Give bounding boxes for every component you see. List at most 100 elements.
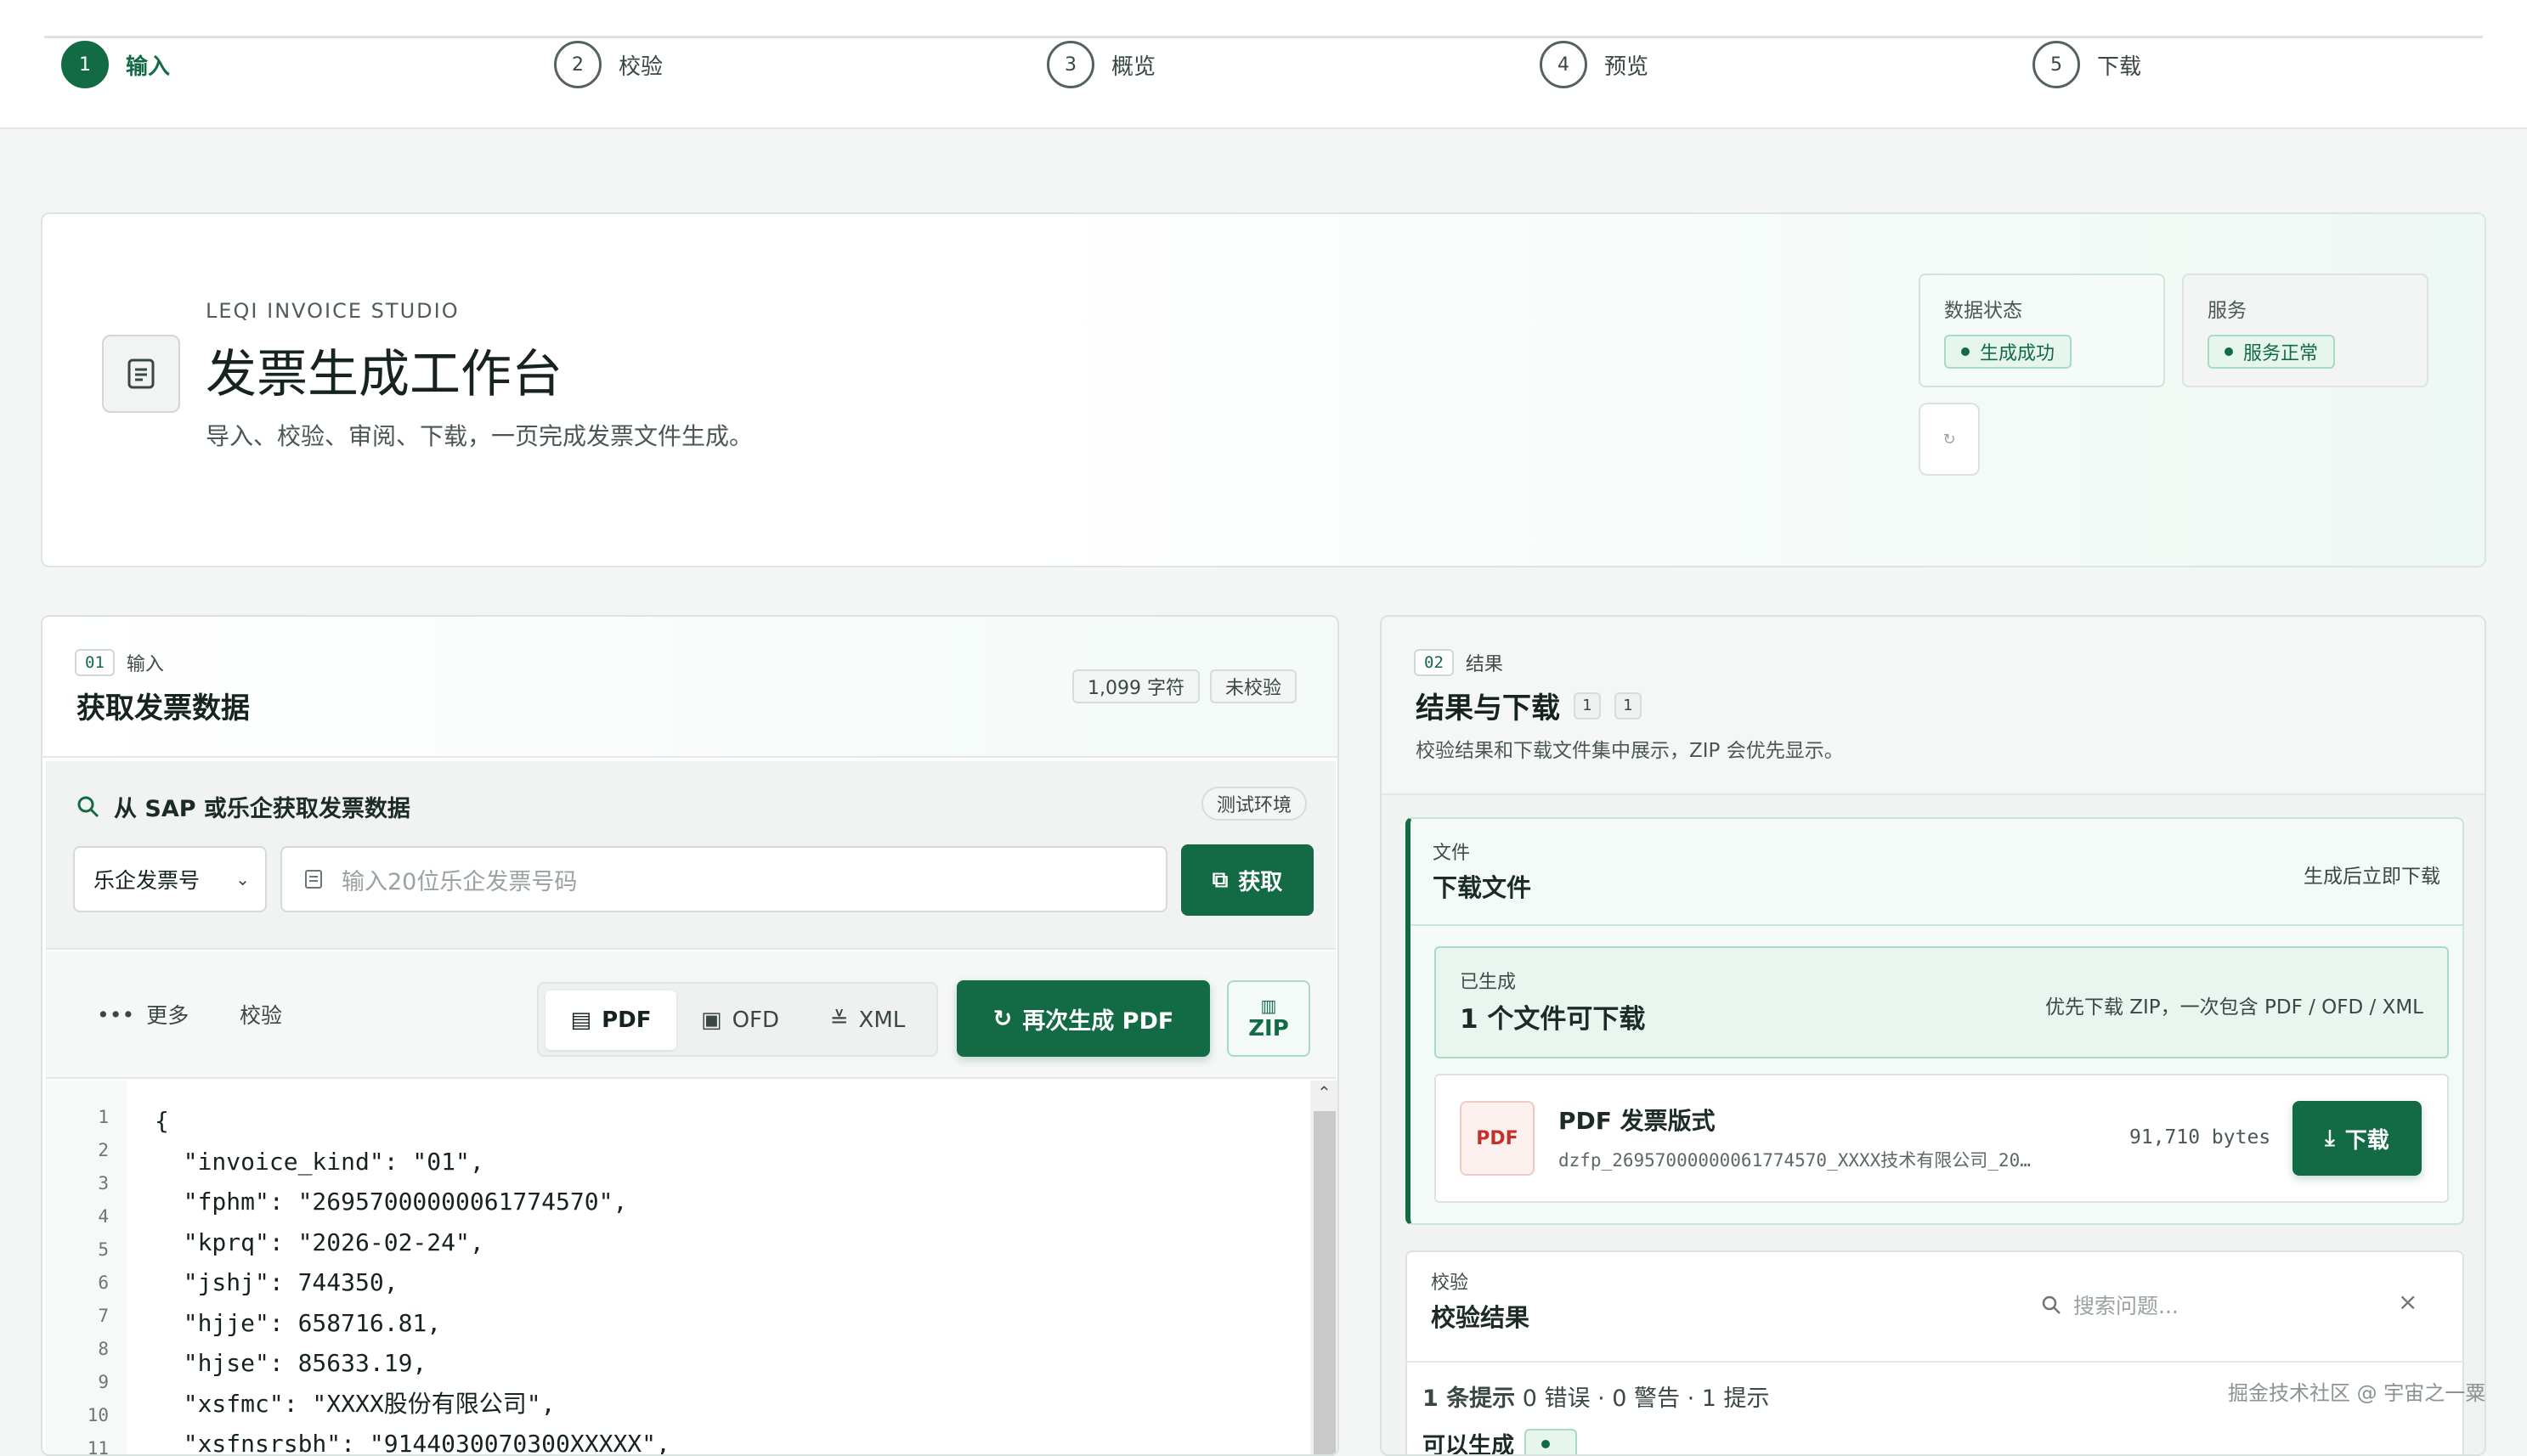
file-name: PDF 发票版式 <box>1558 1103 1716 1137</box>
result-panel-title: 结果与下载 <box>1416 685 1560 726</box>
stepper-line <box>44 36 2483 38</box>
download-button[interactable]: ⤓ 下载 <box>2292 1101 2422 1176</box>
line-number-gutter: 1234567891011 <box>46 1081 127 1456</box>
step-label: 下载 <box>2097 49 2141 81</box>
more-icon: ••• <box>97 1002 134 1027</box>
validation-title: 校验结果 <box>1431 1298 1529 1334</box>
validation-summary: 1 条提示 0 错误 · 0 警告 · 1 提示 <box>1422 1380 1770 1413</box>
more-label: 更多 <box>146 999 189 1030</box>
hero-card: LEQI INVOICE STUDIO 发票生成工作台 导入、校验、审阅、下载，… <box>41 212 2486 567</box>
select-value: 乐企发票号 <box>93 864 200 894</box>
more-button[interactable]: ••• 更多 <box>97 999 189 1030</box>
page-subtitle: 导入、校验、审阅、下载，一页完成发票文件生成。 <box>206 418 753 452</box>
line-number: 4 <box>98 1200 109 1233</box>
line-number: 10 <box>88 1399 109 1431</box>
format-ofd-tab[interactable]: ▣OFD <box>676 990 804 1050</box>
files-title: 下载文件 <box>1433 868 1531 904</box>
input-panel-title: 获取发票数据 <box>76 685 250 726</box>
scroll-up-icon[interactable]: ⌃ <box>1317 1082 1331 1103</box>
step-download[interactable]: 5 下载 <box>2032 39 2141 90</box>
count-badge: 1 <box>1614 692 1642 720</box>
json-editor[interactable]: 1234567891011 { "invoice_kind": "01", "f… <box>46 1081 1336 1456</box>
char-count-badge: 1,099 字符 <box>1072 669 1200 703</box>
issue-search-input[interactable]: 搜索问题... <box>2041 1290 2179 1320</box>
divider <box>1405 1361 2464 1363</box>
sap-fetch-box: 从 SAP 或乐企获取发票数据 测试环境 乐企发票号 ⌄ 输入20位乐企发票号码… <box>46 761 1336 950</box>
status-dot-icon <box>2225 347 2233 356</box>
validation-card: 校验 校验结果 搜索问题... × 1 条提示 0 错误 · 0 警告 · 1 … <box>1405 1250 2464 1456</box>
service-status-badge: 服务正常 <box>2208 335 2335 369</box>
section-label: 输入 <box>127 649 164 676</box>
validate-button[interactable]: 校验 <box>240 999 282 1030</box>
service-label: 服务 <box>2208 294 2403 323</box>
step-label: 概览 <box>1111 49 1156 81</box>
generated-title: 1 个文件可下载 <box>1460 997 1645 1036</box>
format-label: OFD <box>732 1007 779 1033</box>
scrollbar-thumb[interactable] <box>1314 1111 1336 1456</box>
count-badge: 1 <box>1574 692 1601 720</box>
line-number: 2 <box>98 1134 109 1166</box>
divider <box>1410 924 2464 926</box>
format-pdf-tab[interactable]: ▤PDF <box>546 990 676 1050</box>
step-number: 3 <box>1047 41 1094 88</box>
result-panel: 02 结果 结果与下载 1 1 校验结果和下载文件集中展示，ZIP 会优先显示。… <box>1380 615 2486 1456</box>
format-label: XML <box>859 1007 906 1033</box>
code-icon: ≚ <box>830 1007 849 1033</box>
pdf-file-icon: PDF <box>1460 1101 1535 1176</box>
search-placeholder: 搜索问题... <box>2073 1290 2179 1320</box>
refresh-icon: ↻ <box>993 1006 1013 1032</box>
search-icon <box>76 795 100 819</box>
result-panel-description: 校验结果和下载文件集中展示，ZIP 会优先显示。 <box>1416 734 1844 763</box>
step-label: 预览 <box>1604 49 1648 81</box>
stepper-bar: 1 输入 2 校验 3 概览 4 预览 5 下载 <box>0 0 2527 129</box>
step-label: 输入 <box>126 49 170 81</box>
file-size: 91,710 bytes <box>2129 1126 2270 1148</box>
step-label: 校验 <box>619 49 663 81</box>
document-icon <box>304 869 323 889</box>
line-number: 1 <box>98 1101 109 1133</box>
line-number: 8 <box>98 1333 109 1365</box>
generated-summary: 已生成 1 个文件可下载 优先下载 ZIP，一次包含 PDF / OFD / X… <box>1434 946 2449 1058</box>
step-preview[interactable]: 4 预览 <box>1540 39 1648 90</box>
zip-button[interactable]: ▥ ZIP <box>1227 980 1310 1057</box>
validation-state-badge: 未校验 <box>1210 669 1297 703</box>
service-status-card: 服务 服务正常 <box>2182 274 2428 387</box>
files-hint: 生成后立即下载 <box>2304 860 2440 889</box>
external-link-icon: ⧉ <box>1213 867 1229 894</box>
next-action: 可以生成 <box>1422 1427 1577 1456</box>
input-placeholder: 输入20位乐企发票号码 <box>342 863 577 896</box>
summary-detail: 0 错误 · 0 警告 · 1 提示 <box>1515 1385 1769 1412</box>
generated-label: 已生成 <box>1460 967 1516 994</box>
step-number: 2 <box>554 41 602 88</box>
line-number: 5 <box>98 1233 109 1266</box>
summary-count: 1 条提示 <box>1422 1385 1515 1412</box>
next-action-badge <box>1524 1429 1577 1456</box>
download-label: 下载 <box>2345 1123 2389 1154</box>
editor-toolbar: ••• 更多 校验 ▤PDF ▣OFD ≚ XML ↻ 再次生成 PDF ▥ ZI… <box>46 951 1336 1079</box>
data-status-card: 数据状态 生成成功 <box>1919 274 2165 387</box>
close-icon[interactable]: × <box>2398 1288 2417 1316</box>
invoice-number-input[interactable]: 输入20位乐企发票号码 <box>280 846 1167 912</box>
line-number: 7 <box>98 1300 109 1332</box>
search-icon <box>2041 1295 2061 1315</box>
refresh-icon[interactable]: ↻ <box>1919 403 1980 476</box>
line-number: 11 <box>88 1432 109 1456</box>
files-section-label: 文件 <box>1433 838 1470 865</box>
input-panel-header: 01 输入 获取发票数据 1,099 字符 未校验 <box>42 617 1337 758</box>
document-icon: ▤ <box>571 1007 592 1033</box>
file-filename: dzfp_26957000000061774570_XXXX技术有限公司_20… <box>1558 1147 2031 1172</box>
status-dot-icon <box>1961 347 1970 356</box>
json-code[interactable]: { "invoice_kind": "01", "fphm": "2695700… <box>155 1101 670 1456</box>
format-xml-tab[interactable]: ≚ XML <box>804 990 931 1050</box>
watermark: 掘金技术社区 @ 宇宙之一粟 <box>2228 1376 2485 1406</box>
regenerate-button[interactable]: ↻ 再次生成 PDF <box>957 980 1210 1057</box>
step-overview[interactable]: 3 概览 <box>1047 39 1156 90</box>
fetch-button[interactable]: ⧉ 获取 <box>1181 844 1314 916</box>
download-card: 文件 下载文件 生成后立即下载 已生成 1 个文件可下载 优先下载 ZIP，一次… <box>1405 817 2464 1225</box>
step-input[interactable]: 1 输入 <box>61 39 170 90</box>
editor-scrollbar[interactable]: ⌃ <box>1310 1081 1339 1456</box>
data-status-label: 数据状态 <box>1944 294 2140 323</box>
invoice-type-select[interactable]: 乐企发票号 ⌄ <box>73 846 267 912</box>
service-status-value: 服务正常 <box>2243 338 2318 365</box>
step-validate[interactable]: 2 校验 <box>554 39 663 90</box>
